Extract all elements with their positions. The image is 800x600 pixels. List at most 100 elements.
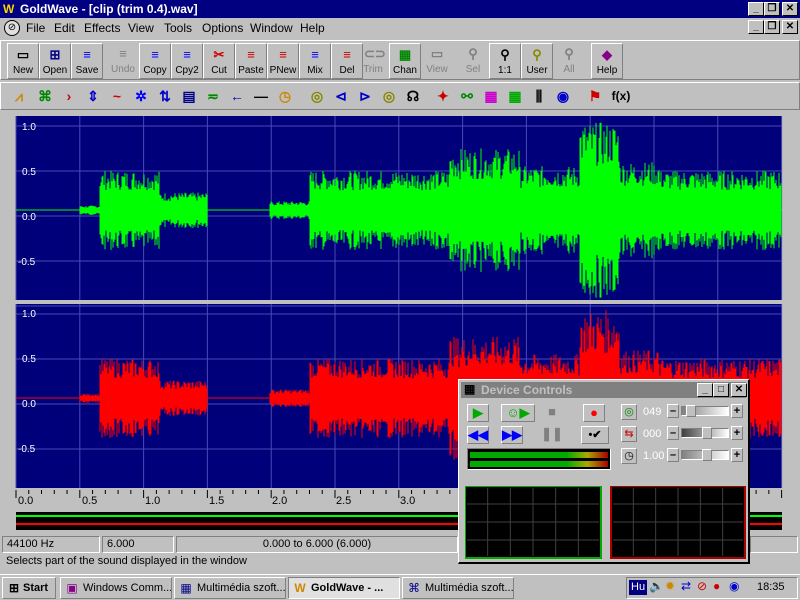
device-controls-icon: ▦ [464, 382, 476, 396]
speed-decrease-button[interactable]: – [667, 448, 679, 462]
doc-close-button[interactable]: ✕ [782, 20, 798, 34]
no-entry-icon[interactable]: ⊘ [697, 579, 707, 593]
clock: 18:35 [757, 581, 785, 593]
mix-button[interactable]: ≡ Mix [299, 43, 331, 79]
balance-increase-button[interactable]: + [731, 426, 743, 440]
menu-edit[interactable]: Edit [54, 21, 75, 35]
record-tray-icon[interactable]: ● [713, 579, 720, 593]
play-selection-button[interactable]: ☺▶ [501, 404, 535, 422]
menu-window[interactable]: Window [250, 21, 293, 35]
menu-tools[interactable]: Tools [164, 21, 192, 35]
paste-new-button[interactable]: ≡ PNew [267, 43, 299, 79]
device-minimize-button[interactable]: _ [697, 383, 713, 397]
view-button[interactable]: ▭ View [421, 43, 453, 79]
rewind-button[interactable]: ◀◀ [467, 426, 489, 444]
volume-increase-button[interactable]: + [731, 404, 743, 418]
device-maximize-button[interactable]: □ [713, 383, 729, 397]
title-bar[interactable]: W GoldWave - [clip (trim 0.4).wav] _ ❐ ✕ [0, 0, 800, 18]
doc-minimize-button[interactable]: _ [748, 20, 764, 34]
record-options-button[interactable]: •✔ [581, 426, 609, 444]
language-indicator[interactable]: Hu [629, 580, 648, 595]
select-zoom-button[interactable]: ⚲ Sel [457, 43, 489, 79]
spectrum-icon[interactable]: ▦ [479, 85, 503, 109]
balance-slider[interactable] [681, 427, 729, 439]
play-rate-icon[interactable]: ◎ [377, 85, 401, 109]
trim-button[interactable]: ⊂⊃ Trim [357, 43, 389, 79]
doc-restore-button[interactable]: ❐ [764, 20, 780, 34]
channel-button[interactable]: ▦ Chan [389, 43, 421, 79]
speaker-icon[interactable]: 🔈 [649, 579, 664, 593]
cut-button[interactable]: ✂ Cut [203, 43, 235, 79]
balance-decrease-button[interactable]: – [667, 426, 679, 440]
start-button[interactable]: ⊞ Start [2, 577, 56, 599]
volume-decrease-button[interactable]: – [667, 404, 679, 418]
fast-forward-button[interactable]: ▶▶ [501, 426, 523, 444]
minimize-button[interactable]: _ [748, 2, 764, 16]
doppler-icon[interactable]: ✲ [129, 85, 153, 109]
expression-icon[interactable]: f(x) [609, 85, 633, 109]
auto-gain-icon[interactable]: ⩘ [7, 85, 31, 109]
paste-button[interactable]: ≡ Paste [235, 43, 267, 79]
speed-increase-button[interactable]: + [731, 448, 743, 462]
menu-options[interactable]: Options [202, 21, 243, 35]
device-controls-titlebar[interactable]: ▦ Device Controls _ □ ✕ [461, 382, 747, 398]
menu-help[interactable]: Help [300, 21, 325, 35]
bars-icon[interactable]: ⫼ [527, 85, 551, 109]
new-button[interactable]: ▭ New [7, 43, 39, 79]
menu-view[interactable]: View [128, 21, 154, 35]
copy-button[interactable]: ≡ Copy [139, 43, 171, 79]
resample-icon[interactable]: ☊ [401, 85, 425, 109]
copy2-button[interactable]: ≡ Cpy2 [171, 43, 203, 79]
record-button[interactable]: ● [583, 404, 605, 422]
restore-button[interactable]: ❐ [764, 2, 780, 16]
reverse-icon[interactable]: ~ [105, 85, 129, 109]
stop-button[interactable]: ■ [541, 404, 563, 422]
task-windows-commander[interactable]: ▣ Windows Comm... [60, 577, 172, 599]
pause-button[interactable]: ❚❚ [541, 426, 563, 444]
equalizer-icon[interactable]: ▤ [177, 85, 201, 109]
save-button[interactable]: ≡ Save [71, 43, 103, 79]
stereo-icon[interactable]: ⚯ [455, 85, 479, 109]
marker-icon[interactable]: ⚑ [583, 85, 607, 109]
channel-icon: ▦ [398, 47, 412, 62]
network-icon[interactable]: ◉ [729, 579, 739, 593]
help-button[interactable]: ◆ Help [591, 43, 623, 79]
fade-in-icon[interactable]: ◎ [305, 85, 329, 109]
speed-slider[interactable] [681, 449, 729, 461]
time-label-3: 1.5 [209, 495, 224, 507]
volume-icon[interactable]: ⇕ [81, 85, 105, 109]
undo-button[interactable]: ≡ Undo [107, 43, 139, 79]
zoom-all-button[interactable]: ⚲ All [553, 43, 585, 79]
paste-new-icon: ≡ [279, 47, 287, 62]
window-title: GoldWave - [clip (trim 0.4).wav] [20, 2, 198, 16]
offset-left-icon[interactable]: ← [225, 85, 249, 109]
menu-effects[interactable]: Effects [84, 21, 120, 35]
dc-offset-icon[interactable]: ⌘ [33, 85, 57, 109]
task-multimedia-2[interactable]: ⌘ Multimédia szoft... [402, 577, 514, 599]
channel-mixer-icon[interactable]: ▦ [503, 85, 527, 109]
document-icon[interactable]: ⊘ [4, 20, 20, 36]
invert-icon[interactable]: ⇅ [153, 85, 177, 109]
task-multimedia-1[interactable]: ▦ Multimédia szoft... [174, 577, 286, 599]
sun-icon[interactable]: ✹ [665, 579, 675, 593]
device-controls-title: Device Controls [481, 383, 573, 397]
close-button[interactable]: ✕ [782, 2, 798, 16]
transpose-icon[interactable]: ✦ [431, 85, 455, 109]
sync-icon[interactable]: ⇄ [681, 579, 691, 593]
menu-file[interactable]: File [26, 21, 45, 35]
filter-icon[interactable]: ≂ [201, 85, 225, 109]
silence-icon[interactable]: — [249, 85, 273, 109]
zoom-1to1-button[interactable]: ⚲ 1:1 [489, 43, 521, 79]
task-goldwave[interactable]: W GoldWave - ... [288, 577, 400, 599]
zoom-user-button[interactable]: ⚲ User [521, 43, 553, 79]
device-close-button[interactable]: ✕ [731, 383, 747, 397]
echo-icon[interactable]: › [57, 85, 81, 109]
noise-icon[interactable]: ◉ [551, 85, 575, 109]
view-icon: ▭ [430, 46, 444, 61]
time-warp-icon[interactable]: ◷ [273, 85, 297, 109]
volume-slider[interactable] [681, 405, 729, 417]
fade-out-icon[interactable]: ⊲ [329, 85, 353, 109]
open-button[interactable]: ⊞ Open [39, 43, 71, 79]
pan-icon[interactable]: ⊳ [353, 85, 377, 109]
play-button[interactable]: ▶ [467, 404, 489, 422]
